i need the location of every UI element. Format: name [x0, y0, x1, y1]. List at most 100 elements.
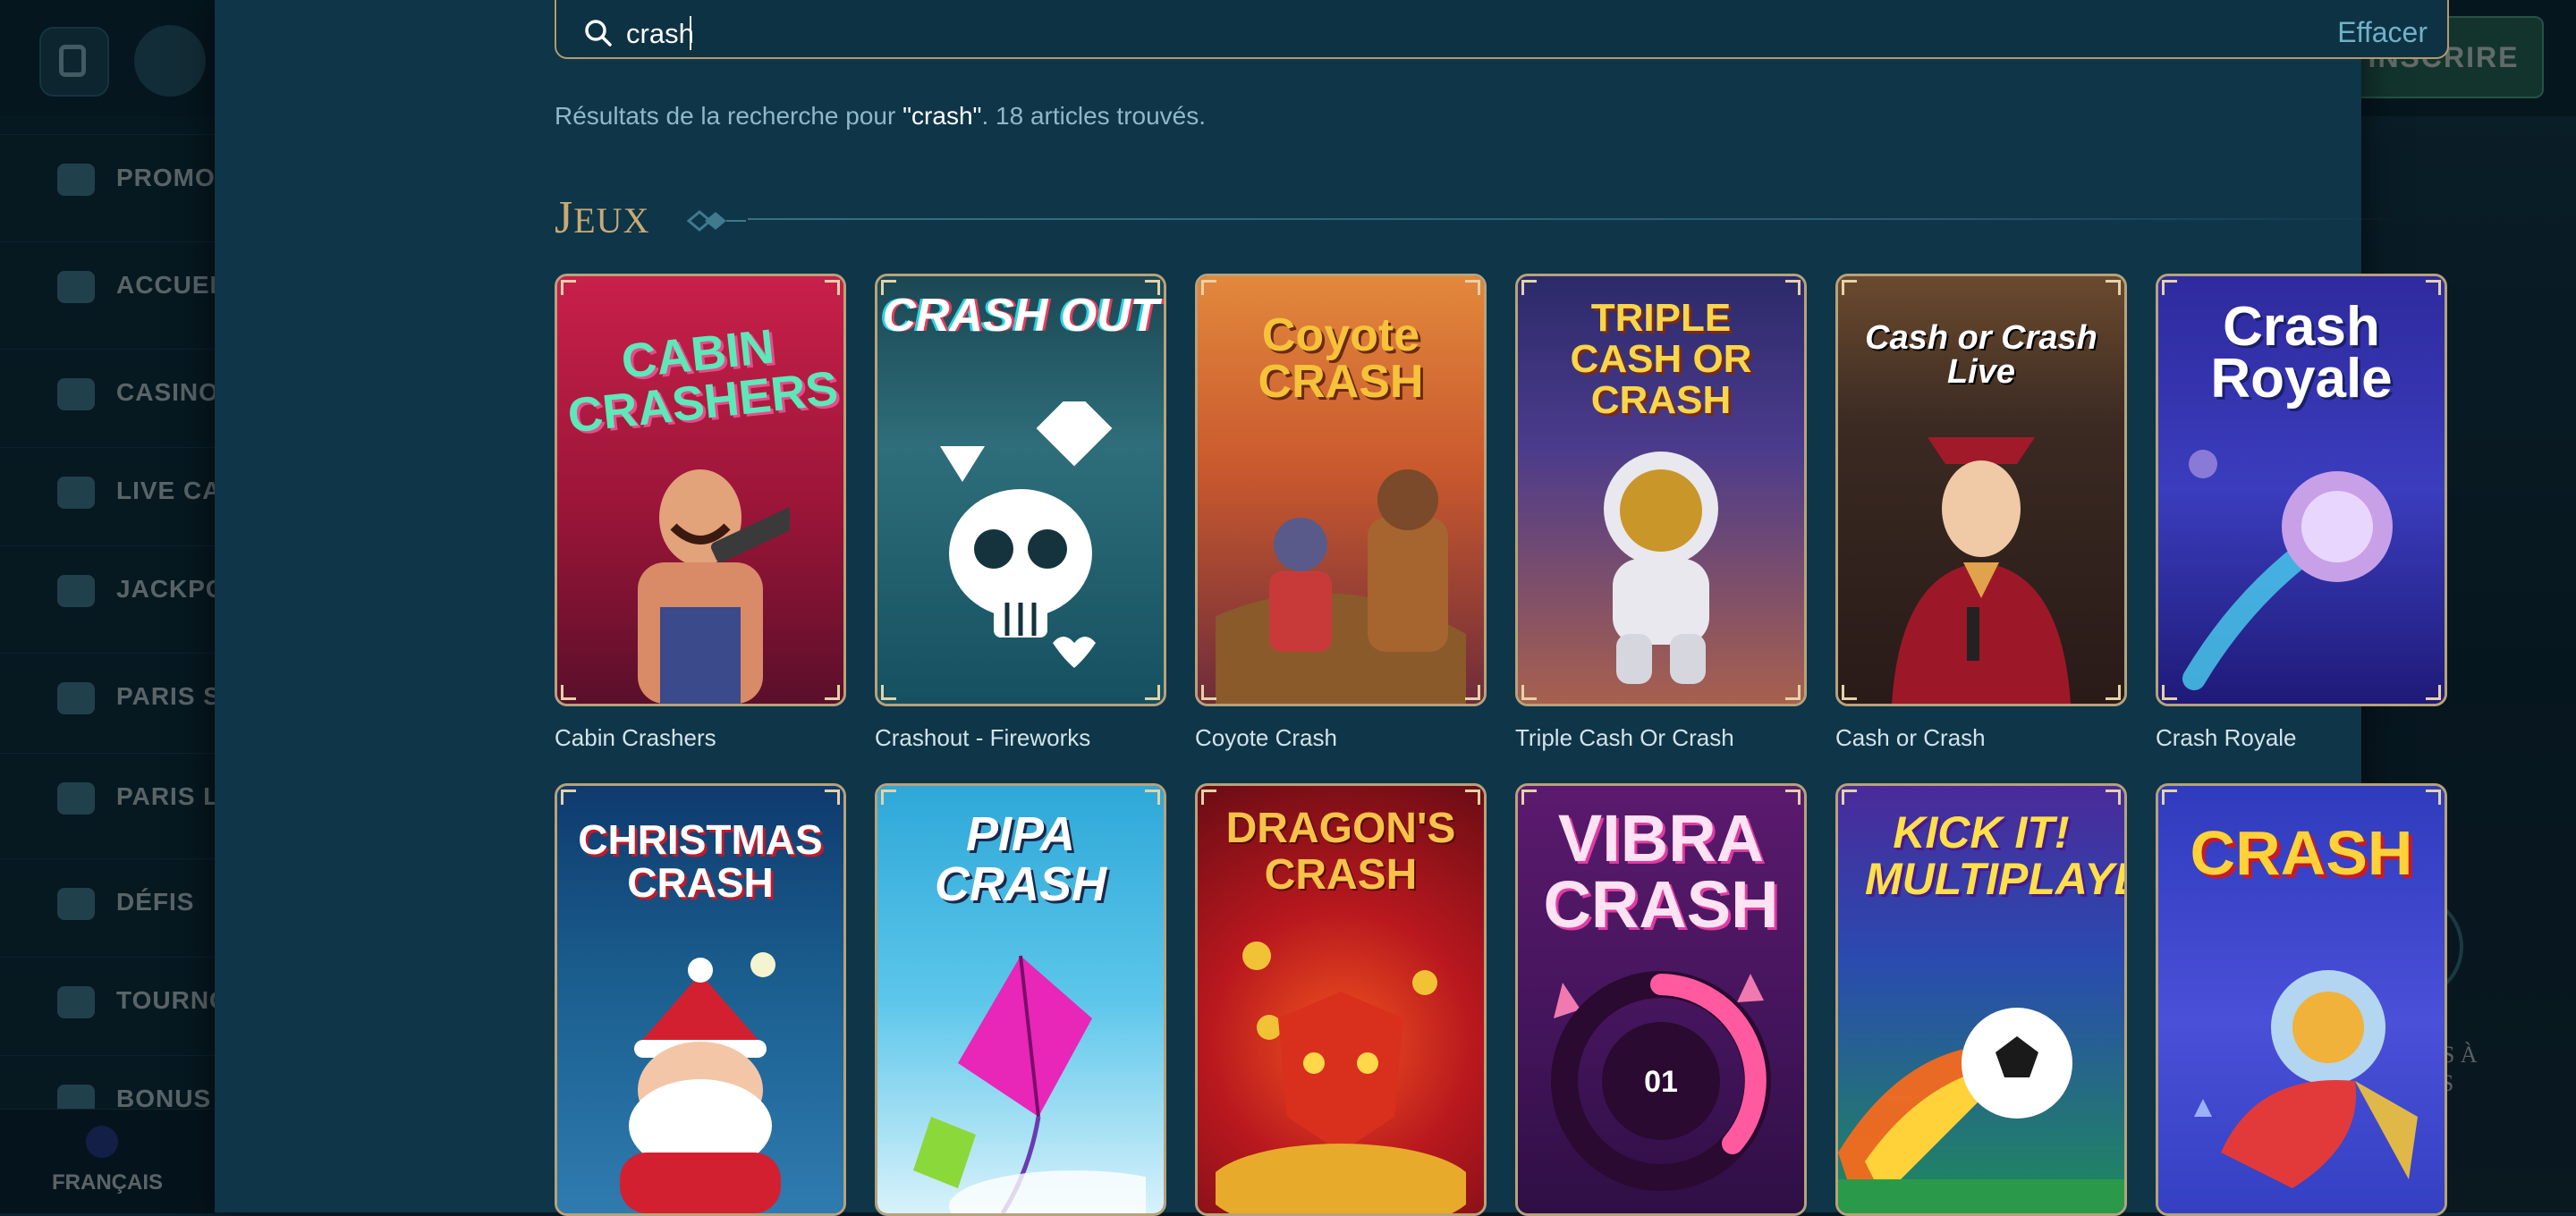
- sidebar-item-label: PARIS LI: [116, 782, 228, 810]
- sidebar: PROMOT ACCUEIL CASINO LIVE CAS JACKPO PA…: [0, 116, 238, 1212]
- search-bar[interactable]: Effacer: [555, 0, 2449, 59]
- search-modal: Effacer Résultats de la recherche pour "…: [215, 0, 2449, 1216]
- sidebar-item-live-casino[interactable]: LIVE CAS: [0, 447, 238, 537]
- game-thumbnail: Coyote CRASH: [1198, 276, 1484, 704]
- sidebar-item-sports[interactable]: PARIS SI: [0, 653, 228, 743]
- search-input[interactable]: [626, 16, 2147, 52]
- sidebar-item-label: PARIS SI: [116, 682, 229, 710]
- game-title[interactable]: Crashout - Fireworks: [875, 724, 1170, 752]
- brand-logo: [134, 25, 206, 97]
- sidebar-item-label: DÉFIS: [116, 888, 195, 916]
- sidebar-item-label: BONUS: [116, 1085, 212, 1110]
- game-thumbnail: CRASH: [2158, 786, 2445, 1213]
- game-card-cash-or-crash[interactable]: Cash or Crash Live: [1835, 274, 2127, 706]
- frame-corner: [2426, 685, 2441, 700]
- game-logo: TRIPLE CASH OR CRASH: [1570, 296, 1752, 422]
- sidebar-item-promotions[interactable]: PROMOT: [0, 134, 231, 224]
- frame-corner: [2162, 280, 2177, 295]
- game-card-vibra-crash[interactable]: VIBRA CRASH 01: [1515, 783, 1807, 1216]
- frame-corner: [2106, 790, 2121, 805]
- results-query: "crash": [902, 102, 982, 130]
- game-thumbnail: PIPA CRASH: [877, 786, 1164, 1213]
- game-thumbnail: KICK IT! MULTIPLAYER: [1838, 786, 2124, 1213]
- game-title[interactable]: Triple Cash Or Crash: [1515, 724, 1810, 752]
- game-logo: Cash or Crash Live: [1865, 319, 2097, 391]
- frame-corner: [1465, 280, 1480, 295]
- language-selector[interactable]: FRANÇAIS: [0, 1109, 215, 1213]
- game-card-triple-cash-or-crash[interactable]: TRIPLE CASH OR CRASH: [1515, 274, 1807, 706]
- game-logo: CRASH: [2190, 818, 2413, 888]
- sidebar-toggle-icon[interactable]: [39, 27, 109, 97]
- ornament-icon: [686, 210, 746, 232]
- sidebar-item-challenges[interactable]: DÉFIS: [0, 858, 215, 949]
- game-title[interactable]: Cabin Crashers: [555, 724, 850, 752]
- frame-corner: [1521, 790, 1537, 805]
- frame-corner: [1785, 685, 1801, 700]
- sidebar-item-casino[interactable]: CASINO: [0, 349, 218, 439]
- sidebar-item-tournaments[interactable]: TOURNO: [0, 957, 229, 1047]
- results-summary: Résultats de la recherche pour "crash". …: [555, 102, 1206, 131]
- game-card-crashout-fireworks[interactable]: CRASH OUT: [875, 274, 1166, 706]
- slot-machine-icon: [57, 378, 95, 410]
- home-icon: [57, 271, 95, 303]
- sidebar-item-jackpots[interactable]: JACKPO: [0, 545, 225, 636]
- game-logo: KICK IT! MULTIPLAYER: [1865, 807, 2124, 904]
- frame-corner: [825, 790, 840, 805]
- frame-corner: [1201, 790, 1216, 805]
- frame-corner: [825, 685, 840, 700]
- sidebar-item-bonus[interactable]: BONUS: [0, 1055, 215, 1110]
- game-title[interactable]: Cash or Crash: [1835, 724, 2131, 752]
- flag-icon: [86, 1126, 118, 1158]
- game-title[interactable]: Coyote Crash: [1195, 724, 1490, 752]
- frame-corner: [1785, 280, 1801, 295]
- frame-corner: [2106, 685, 2121, 700]
- frame-corner: [1842, 280, 1857, 295]
- text-caret: [690, 16, 691, 50]
- trophy-icon: [57, 986, 95, 1018]
- sidebar-item-live-sports[interactable]: PARIS LI: [0, 753, 226, 843]
- game-logo: Crash Royale: [2210, 296, 2393, 410]
- game-logo: CRASH OUT: [882, 290, 1159, 342]
- frame-corner: [2106, 280, 2121, 295]
- language-label: FRANÇAIS: [52, 1170, 163, 1195]
- game-card-kick-it-multiplayer[interactable]: KICK IT! MULTIPLAYER: [1835, 783, 2127, 1216]
- frame-corner: [561, 280, 576, 295]
- title-initial: J: [555, 192, 574, 243]
- clover-icon: [57, 575, 95, 607]
- game-thumbnail: Cash or Crash Live: [1838, 276, 2124, 704]
- game-logo: VIBRA CRASH: [1543, 801, 1779, 942]
- gift-icon: [57, 164, 95, 196]
- results-suffix: . 18 articles trouvés.: [981, 102, 1207, 130]
- results-prefix: Résultats de la recherche pour: [555, 102, 903, 130]
- game-card-dragons-crash[interactable]: DRAGON'S CRASH: [1195, 783, 1487, 1216]
- ball-icon: [57, 682, 95, 714]
- game-thumbnail: CRASH OUT: [877, 276, 1164, 704]
- frame-corner: [1465, 685, 1480, 700]
- game-logo: PIPA CRASH: [934, 807, 1106, 911]
- frame-corner: [881, 790, 896, 805]
- game-card-crash[interactable]: CRASH: [2156, 783, 2447, 1216]
- frame-corner: [1145, 280, 1160, 295]
- game-thumbnail: Crash Royale: [2158, 276, 2445, 704]
- game-title[interactable]: Crash Royale: [2156, 724, 2451, 752]
- game-thumbnail: TRIPLE CASH OR CRASH: [1518, 276, 1804, 704]
- game-card-christmas-crash[interactable]: CHRISTMAS CRASH: [555, 783, 846, 1216]
- game-card-coyote-crash[interactable]: Coyote CRASH: [1195, 274, 1487, 706]
- game-card-cabin-crashers[interactable]: CABIN CRASHERS: [555, 274, 846, 706]
- game-logo: DRAGON'S CRASH: [1225, 805, 1456, 899]
- sidebar-item-home[interactable]: ACCUEIL: [0, 241, 233, 332]
- bonus-icon: [57, 1085, 95, 1110]
- frame-corner: [1521, 280, 1537, 295]
- frame-corner: [881, 685, 896, 700]
- frame-corner: [1201, 685, 1216, 700]
- frame-corner: [1785, 790, 1801, 805]
- frame-corner: [2162, 790, 2177, 805]
- clear-search-button[interactable]: Effacer: [2337, 16, 2428, 49]
- game-card-crash-royale[interactable]: Crash Royale: [2156, 274, 2447, 706]
- game-card-pipa-crash[interactable]: PIPA CRASH: [875, 783, 1166, 1216]
- sidebar-item-label: JACKPO: [116, 575, 226, 603]
- search-icon: [585, 20, 612, 46]
- title-rest: EUX: [573, 200, 650, 241]
- game-thumbnail: CHRISTMAS CRASH: [557, 786, 843, 1213]
- cards-icon: [57, 477, 95, 509]
